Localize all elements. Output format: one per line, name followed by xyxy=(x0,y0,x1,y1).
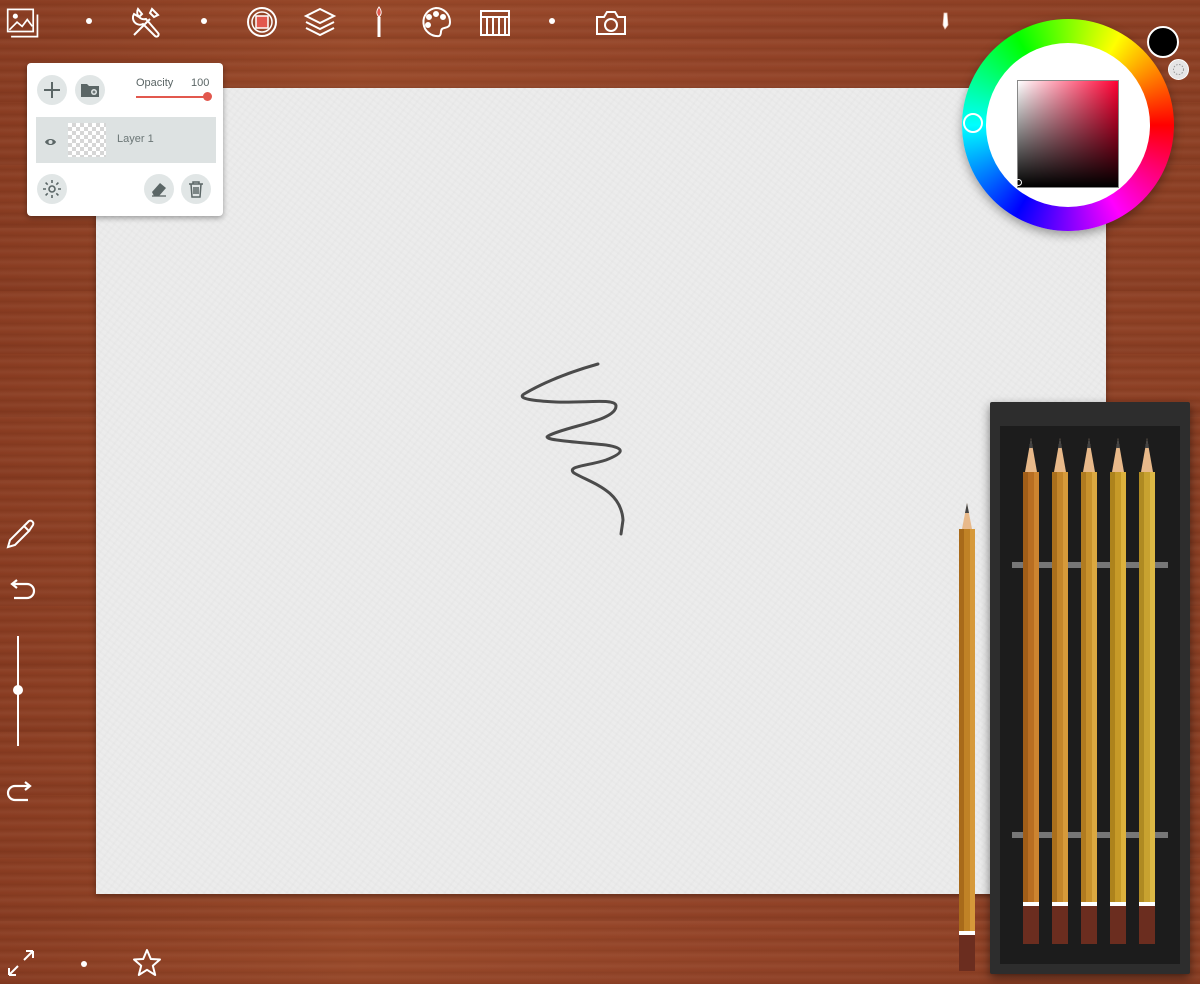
record-icon[interactable] xyxy=(245,5,279,39)
layers-icon[interactable] xyxy=(303,5,337,39)
pencil-5[interactable] xyxy=(1136,438,1158,953)
add-folder-button[interactable] xyxy=(75,75,105,105)
opacity-value: 100 xyxy=(191,77,210,89)
saturation-value-square[interactable] xyxy=(1017,80,1119,188)
separator-dot xyxy=(201,18,207,24)
pencil-2[interactable] xyxy=(1049,438,1071,953)
reference-icon[interactable] xyxy=(478,6,512,40)
hue-ring-thumb[interactable] xyxy=(963,113,983,133)
opacity-label: Opacity xyxy=(136,77,174,89)
pencil-4[interactable] xyxy=(1107,438,1129,953)
color-picker[interactable] xyxy=(962,19,1174,249)
layer-thumbnail xyxy=(68,123,106,157)
pencil-tool-icon[interactable] xyxy=(936,4,956,38)
pencil-1[interactable] xyxy=(1020,438,1042,953)
add-layer-button[interactable] xyxy=(37,75,67,105)
camera-icon[interactable] xyxy=(594,6,628,40)
redo-icon[interactable] xyxy=(5,776,37,811)
separator-dot xyxy=(81,961,87,967)
eraser-icon[interactable] xyxy=(144,174,174,204)
pencil-stroke xyxy=(520,362,625,536)
layer-row[interactable]: Layer 1 xyxy=(36,117,216,163)
separator-dot xyxy=(86,18,92,24)
layers-panel: Opacity 100 Layer 1 xyxy=(27,63,223,216)
separator-dot xyxy=(549,18,555,24)
drawing-canvas[interactable] xyxy=(96,88,1106,894)
brush-icon[interactable] xyxy=(362,5,396,39)
pencil-3[interactable] xyxy=(1078,438,1100,953)
opacity-slider-thumb[interactable] xyxy=(203,92,212,101)
fullscreen-icon[interactable] xyxy=(6,948,36,983)
eyedropper-icon[interactable] xyxy=(5,516,37,555)
opacity-slider[interactable] xyxy=(136,96,210,98)
visibility-eye-icon[interactable] xyxy=(44,134,57,152)
gallery-icon[interactable] xyxy=(6,6,40,40)
current-color-swatch[interactable] xyxy=(1147,26,1179,58)
delete-layer-button[interactable] xyxy=(181,174,211,204)
brush-size-slider-thumb[interactable] xyxy=(13,685,23,695)
secondary-color-icon[interactable] xyxy=(1168,59,1189,80)
layer-settings-button[interactable] xyxy=(37,174,67,204)
star-icon[interactable] xyxy=(132,948,162,983)
selected-pencil[interactable] xyxy=(956,503,978,978)
pencil-box xyxy=(990,402,1190,974)
tools-icon[interactable] xyxy=(129,5,163,39)
undo-icon[interactable] xyxy=(5,578,37,613)
layer-name: Layer 1 xyxy=(117,133,154,145)
saturation-thumb[interactable] xyxy=(1015,179,1022,186)
palette-icon[interactable] xyxy=(419,5,453,39)
